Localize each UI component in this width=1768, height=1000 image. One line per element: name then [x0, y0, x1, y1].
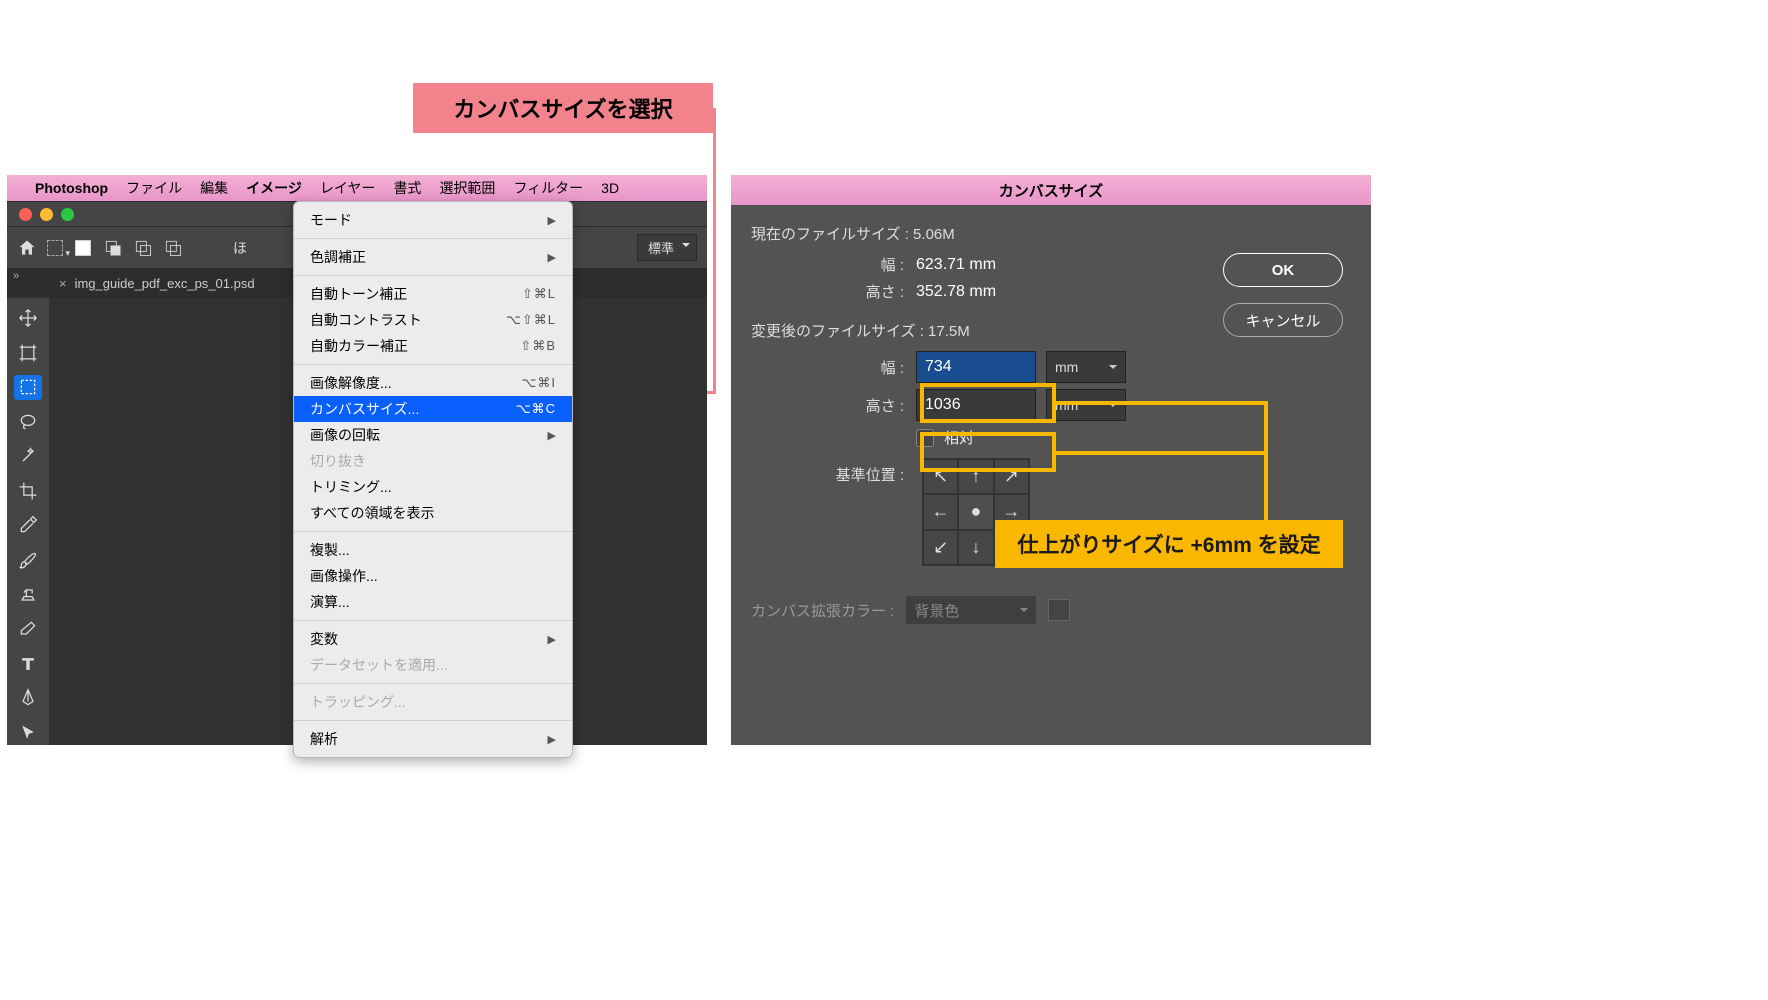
move-tool-icon[interactable] — [14, 306, 42, 331]
dialog-title: カンバスサイズ — [731, 175, 1371, 205]
extension-color-label: カンバス拡張カラー : — [751, 600, 894, 621]
artboard-tool-icon[interactable] — [14, 341, 42, 366]
menu-layer[interactable]: レイヤー — [320, 178, 376, 198]
eyedropper-tool-icon[interactable] — [14, 513, 42, 538]
toolbar-text: ほ — [233, 238, 247, 258]
close-window-icon[interactable] — [19, 208, 32, 221]
tab-close-icon[interactable]: × — [59, 276, 67, 291]
menu-item[interactable]: トリミング... — [294, 474, 572, 500]
document-tab[interactable]: img_guide_pdf_exc_ps_01.psd — [75, 276, 255, 291]
relative-label: 相対 — [944, 427, 974, 448]
menu-item[interactable]: 自動カラー補正⇧⌘B — [294, 333, 572, 359]
cancel-button[interactable]: キャンセル — [1223, 303, 1343, 337]
menu-item: 切り抜き — [294, 448, 572, 474]
anchor-center[interactable]: ● — [958, 494, 993, 529]
magic-wand-tool-icon[interactable] — [14, 444, 42, 469]
height-input[interactable]: 1036 — [916, 389, 1036, 421]
eraser-tool-icon[interactable] — [14, 617, 42, 642]
fill-square-icon[interactable] — [73, 238, 93, 258]
callout-connector-v — [713, 108, 716, 394]
type-tool-icon[interactable] — [14, 651, 42, 676]
menu-item[interactable]: 自動コントラスト⌥⇧⌘L — [294, 307, 572, 333]
panel-collapse-icon[interactable]: » — [7, 270, 49, 288]
menu-item[interactable]: 画像解像度...⌥⌘I — [294, 370, 572, 396]
callout-plus-6mm: 仕上がりサイズに +6mm を設定 — [995, 520, 1343, 568]
current-height-label: 高さ : — [751, 281, 916, 302]
anchor-w[interactable]: ← — [923, 494, 958, 529]
current-width-value: 623.71 mm — [916, 256, 996, 274]
pen-tool-icon[interactable] — [14, 686, 42, 711]
maximize-window-icon[interactable] — [61, 208, 74, 221]
ok-button[interactable]: OK — [1223, 253, 1343, 287]
relative-checkbox[interactable] — [916, 429, 934, 447]
highlight-connector-3 — [1264, 401, 1268, 521]
path-select-tool-icon[interactable] — [14, 720, 42, 745]
width-input[interactable]: 734 — [916, 351, 1036, 383]
menu-filter[interactable]: フィルター — [513, 178, 583, 198]
callout-select-canvas: カンバスサイズを選択 — [413, 83, 713, 133]
menu-item[interactable]: モード▶ — [294, 207, 572, 233]
highlight-connector-1 — [1056, 401, 1268, 405]
anchor-nw[interactable]: ↖ — [923, 459, 958, 494]
subtract-icon[interactable] — [133, 238, 153, 258]
menu-type[interactable]: 書式 — [393, 178, 421, 198]
menubar: Photoshop ファイル 編集 イメージ レイヤー 書式 選択範囲 フィルタ… — [7, 175, 707, 201]
menu-file[interactable]: ファイル — [126, 178, 182, 198]
menu-item[interactable]: カンバスサイズ...⌥⌘C — [294, 396, 572, 422]
height-label: 高さ : — [751, 395, 916, 416]
anchor-s[interactable]: ↓ — [958, 530, 993, 565]
intersect-icon[interactable] — [163, 238, 183, 258]
canvas-size-dialog: カンバスサイズ 現在のファイルサイズ : 5.06M 幅 :623.71 mm … — [731, 175, 1371, 745]
crop-tool-icon[interactable] — [14, 479, 42, 504]
menu-edit[interactable]: 編集 — [200, 178, 228, 198]
current-width-label: 幅 : — [751, 254, 916, 275]
brush-tool-icon[interactable] — [14, 548, 42, 573]
anchor-sw[interactable]: ↙ — [923, 530, 958, 565]
menu-item[interactable]: 解析▶ — [294, 726, 572, 752]
current-size-label: 現在のファイルサイズ : 5.06M — [751, 223, 1351, 244]
marquee-preset-icon[interactable]: ▾ — [47, 240, 63, 256]
menu-item: データセットを適用... — [294, 652, 572, 678]
overlap-icon[interactable] — [103, 238, 123, 258]
extension-color-swatch[interactable] — [1048, 599, 1070, 621]
width-unit-dropdown[interactable]: mm — [1046, 351, 1126, 383]
menu-image[interactable]: イメージ — [246, 178, 302, 198]
menu-item[interactable]: 自動トーン補正⇧⌘L — [294, 281, 572, 307]
anchor-label: 基準位置 : — [751, 458, 916, 485]
home-icon[interactable] — [17, 238, 37, 258]
height-unit-dropdown[interactable]: mm — [1046, 389, 1126, 421]
menu-item[interactable]: 画像の回転▶ — [294, 422, 572, 448]
style-dropdown[interactable]: 標準 — [637, 234, 697, 261]
menu-item[interactable]: 画像操作... — [294, 563, 572, 589]
clone-stamp-tool-icon[interactable] — [14, 582, 42, 607]
tools-panel — [7, 298, 49, 745]
marquee-tool-icon[interactable] — [14, 375, 42, 400]
image-menu-dropdown: モード▶ 色調補正▶ 自動トーン補正⇧⌘L自動コントラスト⌥⇧⌘L自動カラー補正⇧⌘… — [293, 201, 573, 758]
menu-3d[interactable]: 3D — [601, 180, 619, 196]
width-label: 幅 : — [751, 357, 916, 378]
menu-select[interactable]: 選択範囲 — [439, 178, 495, 198]
current-height-value: 352.78 mm — [916, 283, 996, 301]
menu-app[interactable]: Photoshop — [35, 180, 108, 196]
menu-item[interactable]: 色調補正▶ — [294, 244, 572, 270]
minimize-window-icon[interactable] — [40, 208, 53, 221]
menu-item[interactable]: 演算... — [294, 589, 572, 615]
menu-item[interactable]: すべての領域を表示 — [294, 500, 572, 526]
highlight-connector-2 — [1056, 451, 1268, 455]
menu-item: トラッピング... — [294, 689, 572, 715]
lasso-tool-icon[interactable] — [14, 410, 42, 435]
anchor-ne[interactable]: ↗ — [994, 459, 1029, 494]
menu-item[interactable]: 変数▶ — [294, 626, 572, 652]
extension-color-dropdown[interactable]: 背景色 — [906, 596, 1036, 624]
anchor-n[interactable]: ↑ — [958, 459, 993, 494]
menu-item[interactable]: 複製... — [294, 537, 572, 563]
